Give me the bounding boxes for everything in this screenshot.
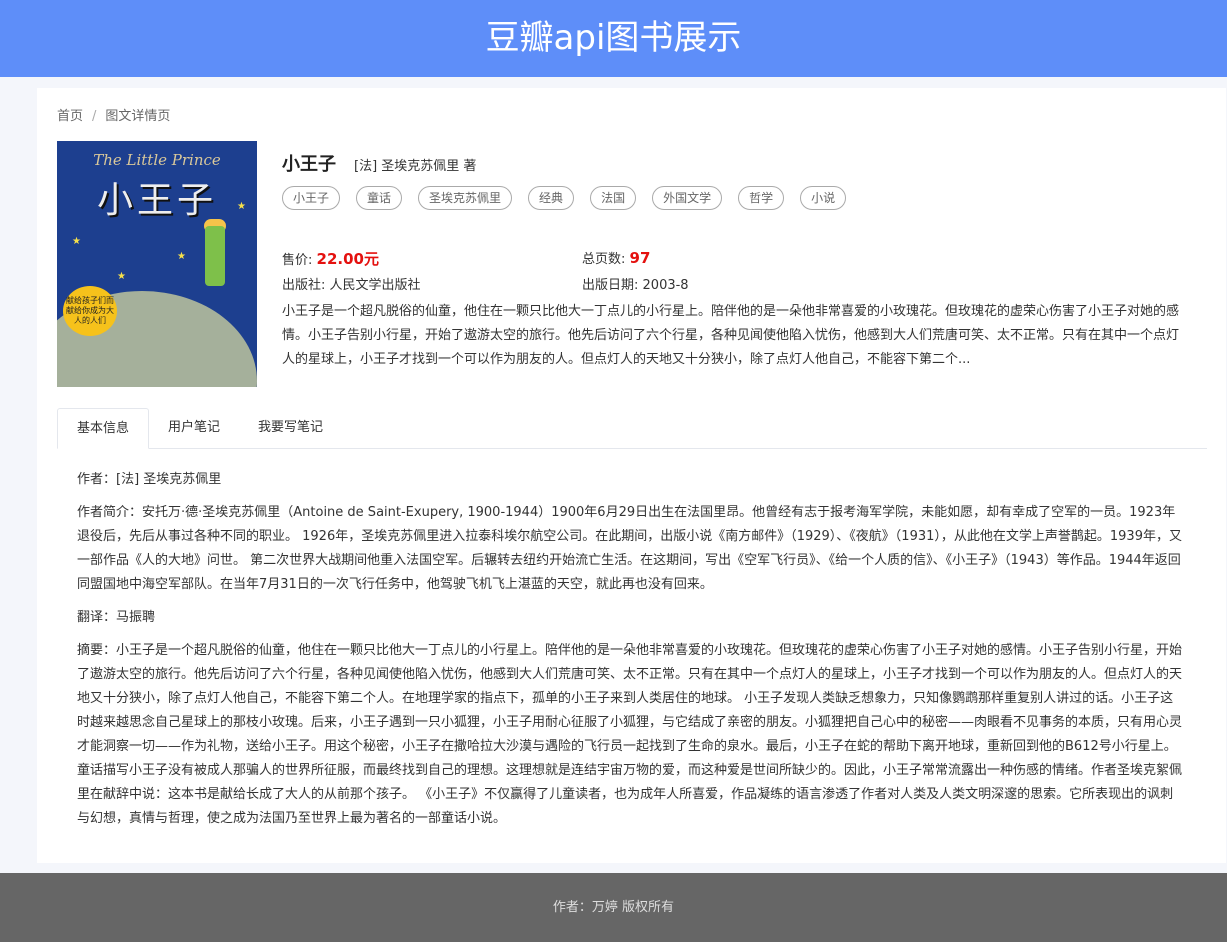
page-footer: 作者：万婷 版权所有 [0, 873, 1227, 942]
book-title-row: 小王子 [法] 圣埃克苏佩里 著 [282, 150, 476, 176]
breadcrumb-current: 图文详情页 [105, 109, 171, 124]
tab-bar: 基本信息 用户笔记 我要写笔记 [57, 408, 1207, 449]
breadcrumb-separator: / [92, 109, 97, 124]
footer-text: 作者：万婷 版权所有 [552, 900, 675, 915]
price-value: 22.00元 [316, 250, 379, 268]
pubdate-field: 出版日期: 2003-8 [582, 274, 689, 293]
detail-card: 首页 / 图文详情页 The Little Prince 小王子 ★ ★ ★ ★ 献… [37, 88, 1226, 863]
publisher-label: 出版社: [282, 278, 326, 293]
page-header: 豆瓣api图书展示 [0, 0, 1227, 77]
page-title: 豆瓣api图书展示 [485, 18, 742, 58]
star-icon: ★ [72, 236, 81, 247]
detail-author: 作者：[法] 圣埃克苏佩里 [77, 472, 222, 487]
tag[interactable]: 圣埃克苏佩里 [418, 186, 513, 210]
pages-value: 97 [629, 249, 651, 267]
tag[interactable]: 经典 [528, 186, 575, 210]
cover-title-en: The Little Prince [93, 151, 221, 169]
tag[interactable]: 哲学 [738, 186, 785, 210]
tab-content: 作者：[法] 圣埃克苏佩里 作者简介：安托万·德·圣埃克苏佩里（Antoine … [77, 468, 1185, 840]
tab-user-notes[interactable]: 用户笔记 [149, 408, 239, 448]
breadcrumb-home-link[interactable]: 首页 [57, 109, 83, 124]
tag[interactable]: 法国 [590, 186, 637, 210]
cover-title-cn: 小王子 [96, 180, 217, 221]
breadcrumb: 首页 / 图文详情页 [57, 105, 170, 124]
prince-illustration [205, 226, 225, 286]
publisher-value: 人民文学出版社 [329, 278, 421, 293]
price-label: 售价: [282, 253, 313, 268]
price-field: 售价: 22.00元 [282, 248, 379, 269]
detail-summary: 摘要：小王子是一个超凡脱俗的仙童，他住在一颗只比他大一丁点儿的小行星上。陪伴他的… [77, 643, 1183, 826]
book-title: 小王子 [282, 154, 336, 175]
book-author: [法] 圣埃克苏佩里 著 [354, 159, 477, 174]
cover-badge: 献给孩子们而献给你成为大人的人们 [63, 286, 117, 336]
pages-label: 总页数: [582, 252, 626, 267]
pubdate-label: 出版日期: [582, 278, 639, 293]
tag[interactable]: 小王子 [282, 186, 341, 210]
tab-write-note[interactable]: 我要写笔记 [239, 408, 342, 448]
star-icon: ★ [237, 201, 246, 212]
pubdate-value: 2003-8 [642, 278, 689, 293]
tag[interactable]: 小说 [800, 186, 847, 210]
tag[interactable]: 童话 [356, 186, 403, 210]
pages-field: 总页数: 97 [582, 248, 650, 267]
book-cover-image: The Little Prince 小王子 ★ ★ ★ ★ 献给孩子们而献给你成… [57, 141, 257, 387]
detail-translator: 翻译：马振聘 [77, 610, 156, 625]
star-icon: ★ [117, 271, 126, 282]
tag-list: 小王子 童话 圣埃克苏佩里 经典 法国 外国文学 哲学 小说 [282, 186, 862, 210]
detail-author-intro: 作者简介：安托万·德·圣埃克苏佩里（Antoine de Saint-Exupe… [77, 505, 1182, 592]
tab-basic-info[interactable]: 基本信息 [57, 408, 150, 449]
star-icon: ★ [177, 251, 186, 262]
publisher-field: 出版社: 人民文学出版社 [282, 274, 421, 293]
tag[interactable]: 外国文学 [652, 186, 723, 210]
book-summary-short: 小王子是一个超凡脱俗的仙童，他住在一颗只比他大一丁点儿的小行星上。陪伴他的是一朵… [282, 304, 1180, 367]
